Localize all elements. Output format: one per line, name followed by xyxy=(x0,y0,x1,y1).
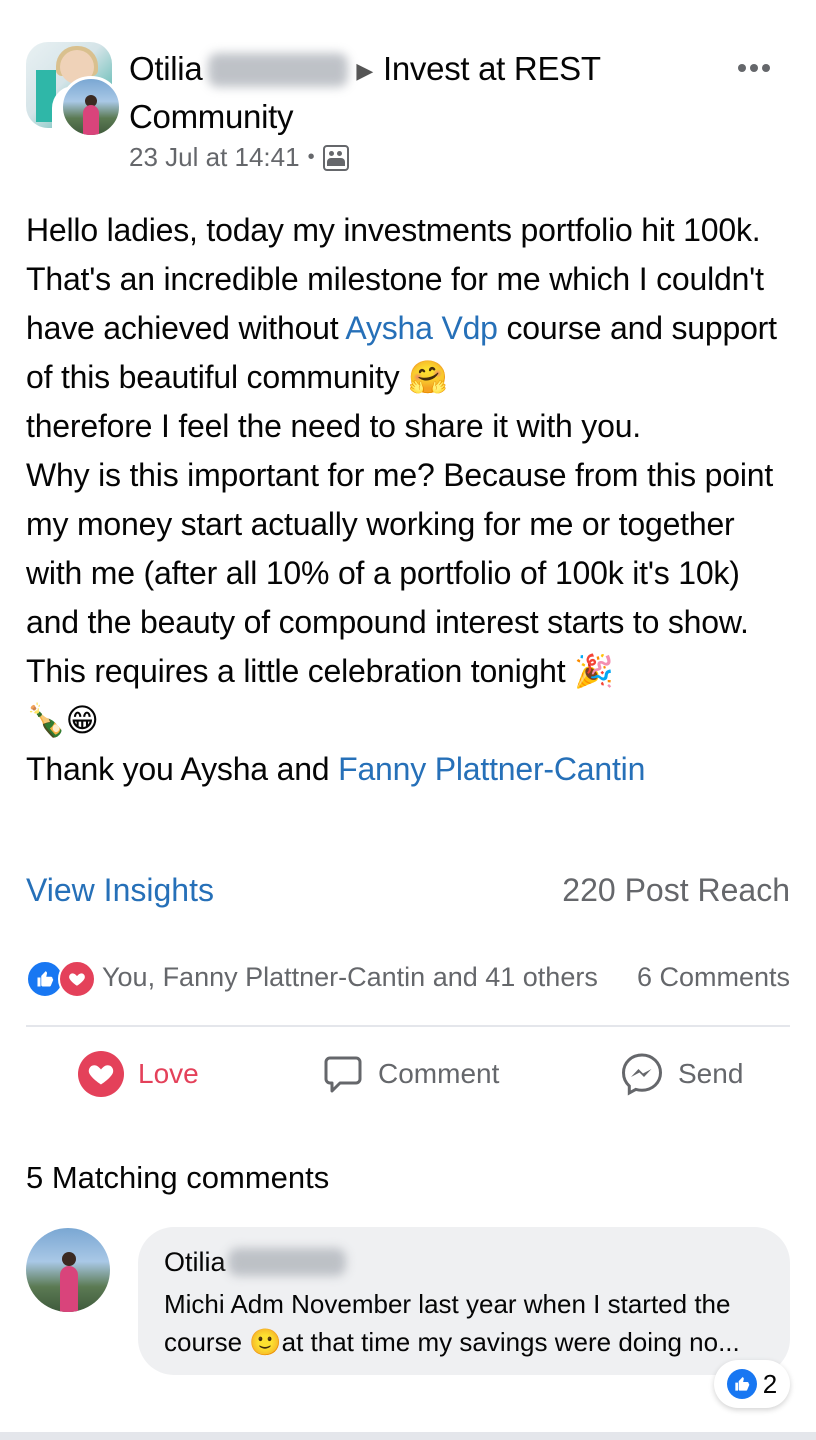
post-text-line: therefore I feel the need to share it wi… xyxy=(26,408,641,444)
grin-emoji-icon: 😁 xyxy=(65,702,99,738)
post-body: Hello ladies, today my investments portf… xyxy=(26,206,796,794)
divider xyxy=(26,1025,790,1027)
group-audience-icon xyxy=(322,144,349,171)
post-text-line: Thank you Aysha and xyxy=(26,751,339,787)
meta-separator: • xyxy=(307,146,315,168)
comment-label: Comment xyxy=(378,1058,500,1089)
bottom-divider xyxy=(0,1432,816,1440)
bottle-emoji-icon: 🍾 xyxy=(26,702,66,738)
heart-icon xyxy=(78,1051,124,1097)
comment-like-count[interactable]: 2 xyxy=(714,1360,790,1408)
post-avatar-group[interactable] xyxy=(26,42,122,138)
comment-icon xyxy=(322,1053,364,1095)
more-options-button[interactable] xyxy=(738,42,774,81)
love-reaction-icon xyxy=(58,960,96,998)
author-avatar xyxy=(60,76,122,138)
comment-bubble[interactable]: Otilia Michi Adm November last year when… xyxy=(138,1227,790,1375)
comment-like-number: 2 xyxy=(762,1368,778,1399)
comments-count[interactable]: 6 Comments xyxy=(637,962,790,993)
love-label: Love xyxy=(138,1058,199,1089)
like-icon xyxy=(726,1369,757,1399)
post-text-line: Hello ladies, today my investments portf… xyxy=(26,212,761,248)
party-emoji-icon: 🎉 xyxy=(574,653,614,689)
post-header-title[interactable]: Otilia ▶ Invest at REST Community xyxy=(129,46,689,140)
post-timestamp[interactable]: 23 Jul at 14:41 xyxy=(129,142,300,173)
commenter-avatar[interactable] xyxy=(26,1228,110,1312)
arrow-icon: ▶ xyxy=(356,58,374,83)
comment-author-name[interactable]: Otilia xyxy=(164,1247,226,1277)
post-meta: 23 Jul at 14:41 • xyxy=(129,142,349,173)
comment-button[interactable]: Comment xyxy=(322,1046,499,1102)
comment-author-surname-redacted xyxy=(227,1248,346,1276)
mention-link[interactable]: Aysha Vdp xyxy=(345,310,498,346)
post-reach: 220 Post Reach xyxy=(562,872,790,908)
author-name[interactable]: Otilia xyxy=(129,50,203,87)
love-button[interactable]: Love xyxy=(78,1046,199,1102)
send-button[interactable]: Send xyxy=(620,1046,743,1102)
mention-link[interactable]: Fanny Plattner-Cantin xyxy=(338,751,645,787)
more-dot-icon xyxy=(738,64,746,72)
messenger-icon xyxy=(620,1052,664,1096)
reaction-icons xyxy=(26,960,98,998)
reactions-summary[interactable]: You, Fanny Plattner-Cantin and 41 others xyxy=(102,962,598,993)
hug-emoji-icon: 🤗 xyxy=(408,359,448,395)
matching-comments-header: 5 Matching comments xyxy=(26,1160,330,1195)
post-text-line: Why is this important for me? Because fr… xyxy=(26,457,774,689)
comment-text: Michi Adm November last year when I star… xyxy=(164,1289,740,1357)
send-label: Send xyxy=(678,1058,744,1089)
author-surname-redacted xyxy=(208,53,349,87)
comment-author[interactable]: Otilia xyxy=(164,1247,354,1278)
view-insights-link[interactable]: View Insights xyxy=(26,872,214,909)
reactions-row[interactable]: You, Fanny Plattner-Cantin and 41 others… xyxy=(26,958,790,1002)
